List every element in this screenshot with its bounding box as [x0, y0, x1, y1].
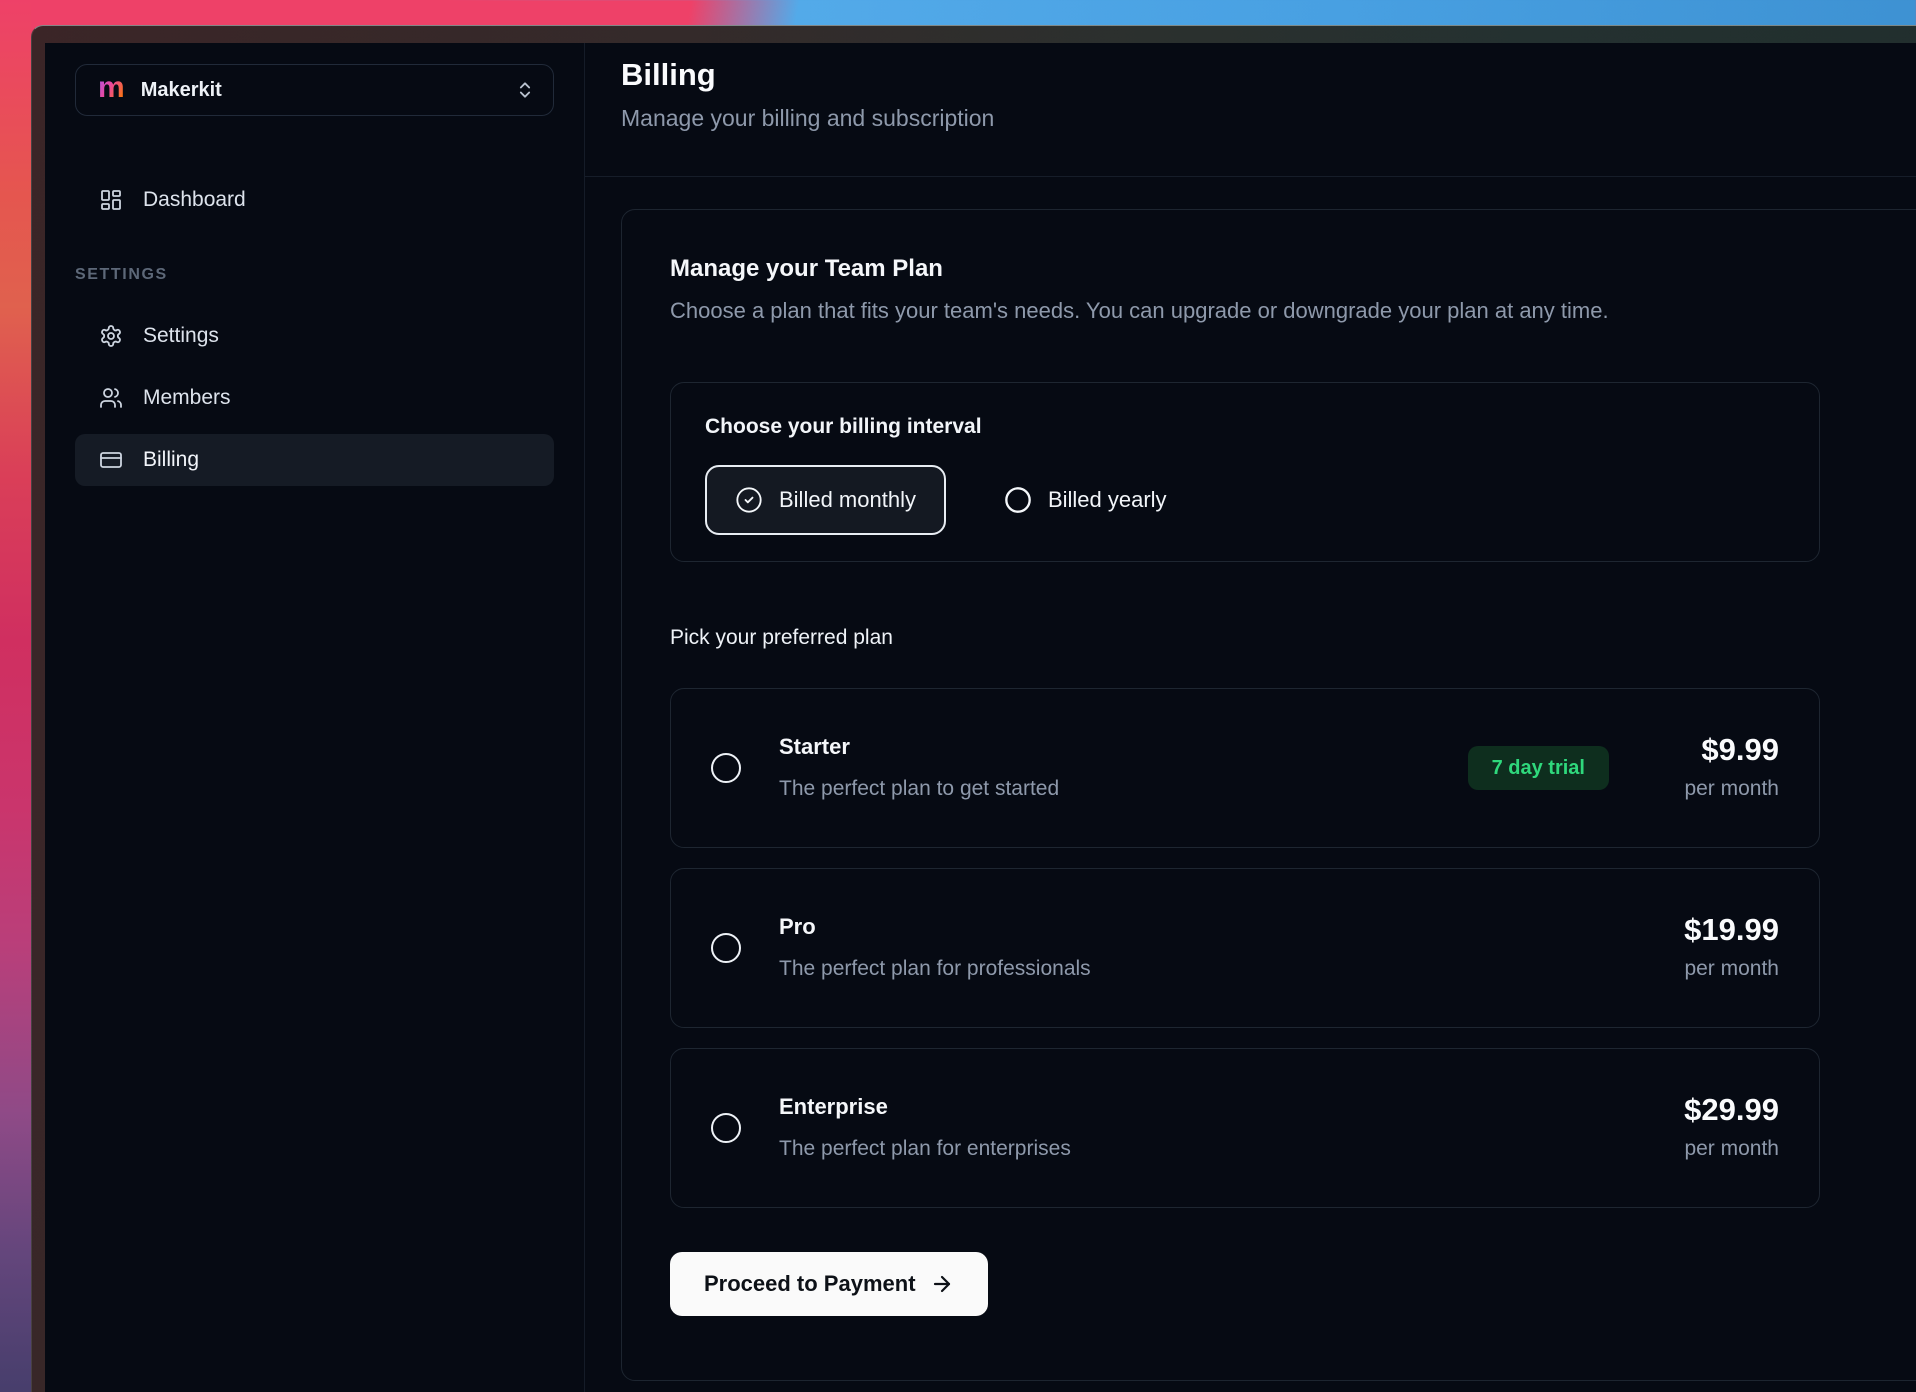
plan-text: Pro The perfect plan for professionals [779, 912, 1091, 984]
chevrons-up-down-icon [515, 80, 535, 100]
sidebar-item-label: Billing [143, 448, 199, 472]
radio-icon[interactable] [711, 753, 741, 783]
trial-badge: 7 day trial [1468, 746, 1609, 790]
makerkit-logo-icon: m [98, 73, 125, 103]
plan-description: The perfect plan to get started [779, 774, 1059, 804]
users-icon [99, 386, 123, 410]
sidebar-section-label: SETTINGS [75, 266, 554, 284]
plan-pricing: $19.99 per month [1649, 913, 1779, 983]
sidebar-item-dashboard[interactable]: Dashboard [75, 174, 554, 226]
app-window: m Makerkit Dashboard SETTINGS [31, 25, 1916, 1392]
main-content: Billing Manage your billing and subscrip… [585, 43, 1916, 1392]
plan-row-pro[interactable]: Pro The perfect plan for professionals $… [670, 868, 1820, 1028]
proceed-to-payment-button[interactable]: Proceed to Payment [670, 1252, 988, 1316]
sidebar-item-label: Members [143, 386, 231, 410]
interval-option-label: Billed yearly [1048, 487, 1167, 513]
sidebar-item-label: Dashboard [143, 188, 246, 212]
team-name: Makerkit [141, 79, 222, 102]
plan-price: $19.99 [1649, 913, 1779, 947]
circle-icon [1004, 486, 1032, 514]
app-content: m Makerkit Dashboard SETTINGS [45, 43, 1916, 1392]
plan-row-enterprise[interactable]: Enterprise The perfect plan for enterpri… [670, 1048, 1820, 1208]
sidebar: m Makerkit Dashboard SETTINGS [45, 43, 585, 1392]
billing-interval-label: Choose your billing interval [705, 413, 1785, 441]
plans-label: Pick your preferred plan [670, 624, 1916, 652]
sidebar-item-billing[interactable]: Billing [75, 434, 554, 486]
plan-period: per month [1649, 775, 1779, 803]
radio-icon[interactable] [711, 933, 741, 963]
card-subtitle: Choose a plan that fits your team's need… [670, 296, 1916, 326]
price-block: $9.99 per month [1649, 733, 1779, 803]
plan-period: per month [1649, 955, 1779, 983]
plan-name: Enterprise [779, 1092, 1071, 1122]
plan-price: $29.99 [1649, 1093, 1779, 1127]
radio-icon[interactable] [711, 1113, 741, 1143]
desktop-wallpaper-edge [0, 0, 31, 1392]
plan-pricing: $29.99 per month [1649, 1093, 1779, 1163]
page-title: Billing [621, 55, 1916, 95]
interval-option-label: Billed monthly [779, 487, 916, 513]
dashboard-icon [99, 188, 123, 212]
content-area: Manage your Team Plan Choose a plan that… [585, 177, 1916, 1381]
arrow-right-icon [930, 1272, 954, 1296]
gear-icon [99, 324, 123, 348]
team-plan-card: Manage your Team Plan Choose a plan that… [621, 209, 1916, 1381]
sidebar-item-settings[interactable]: Settings [75, 310, 554, 362]
sidebar-nav: Dashboard SETTINGS Settings Members [75, 174, 554, 486]
plan-row-starter[interactable]: Starter The perfect plan to get started … [670, 688, 1820, 848]
plan-period: per month [1649, 1135, 1779, 1163]
interval-option-yearly[interactable]: Billed yearly [1004, 486, 1167, 514]
plan-description: The perfect plan for professionals [779, 954, 1091, 984]
plans-list: Starter The perfect plan to get started … [670, 688, 1916, 1208]
card-title: Manage your Team Plan [670, 254, 1916, 284]
billing-interval-box: Choose your billing interval Billed mont… [670, 382, 1820, 562]
plan-text: Starter The perfect plan to get started [779, 732, 1059, 804]
sidebar-item-label: Settings [143, 324, 219, 348]
plan-text: Enterprise The perfect plan for enterpri… [779, 1092, 1071, 1164]
plan-pricing: 7 day trial $9.99 per month [1468, 733, 1779, 803]
plan-name: Starter [779, 732, 1059, 762]
team-selector[interactable]: m Makerkit [75, 64, 554, 116]
sidebar-item-members[interactable]: Members [75, 372, 554, 424]
check-circle-icon [735, 486, 763, 514]
page-header: Billing Manage your billing and subscrip… [585, 43, 1916, 177]
page-subtitle: Manage your billing and subscription [621, 102, 1916, 134]
plan-price: $9.99 [1649, 733, 1779, 767]
billing-interval-options: Billed monthly Billed yearly [705, 465, 1785, 535]
cta-label: Proceed to Payment [704, 1271, 916, 1297]
plan-name: Pro [779, 912, 1091, 942]
price-block: $29.99 per month [1649, 1093, 1779, 1163]
price-block: $19.99 per month [1649, 913, 1779, 983]
plan-description: The perfect plan for enterprises [779, 1134, 1071, 1164]
interval-option-monthly[interactable]: Billed monthly [705, 465, 946, 535]
credit-card-icon [99, 448, 123, 472]
